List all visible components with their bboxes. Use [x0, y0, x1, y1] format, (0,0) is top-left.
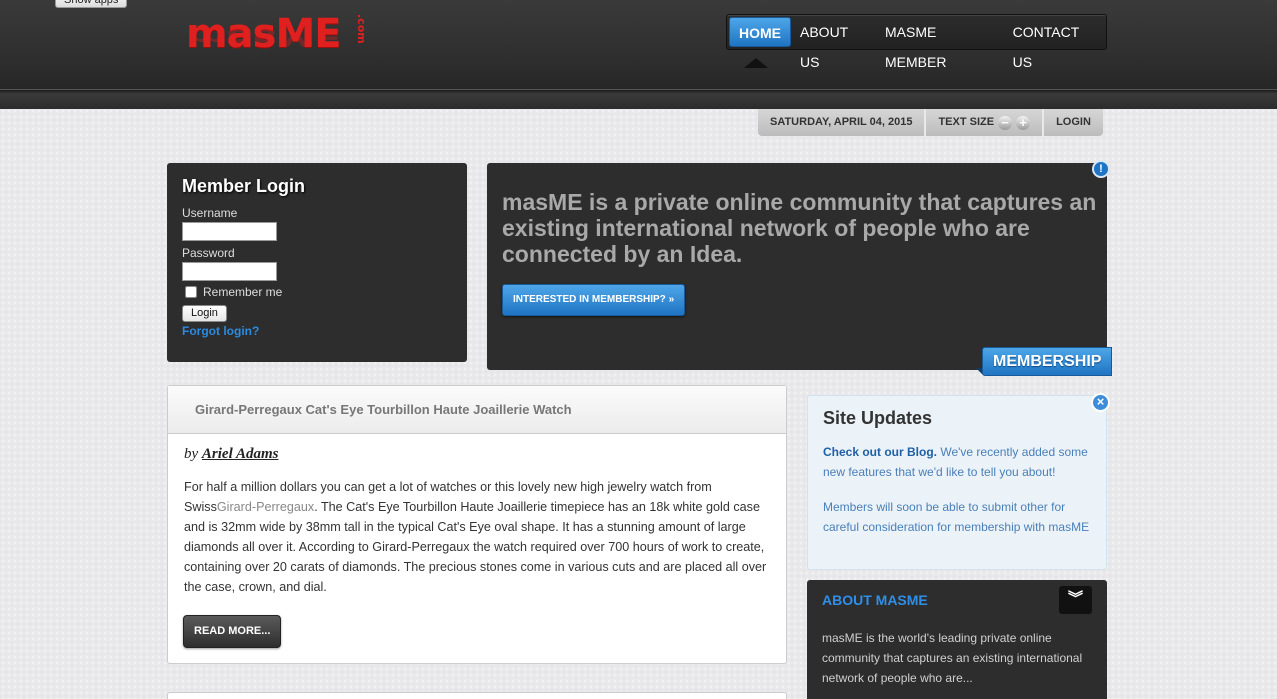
read-more-button[interactable]: READ MORE...	[183, 615, 282, 648]
main-nav: HOME ABOUT US MASME MEMBER CONTACT US	[726, 14, 1107, 70]
username-label: Username	[182, 206, 238, 220]
show-apps-button[interactable]: Show apps	[55, 0, 128, 8]
header-band	[0, 89, 1277, 109]
utility-toolbar: SATURDAY, APRIL 04, 2015 TEXT SIZE − + L…	[758, 109, 1103, 136]
remember-me-row: Remember me	[185, 285, 452, 299]
article-title[interactable]: Girard-Perregaux Cat's Eye Tourbillon Ha…	[168, 386, 786, 434]
nav-about-us[interactable]: ABOUT US	[791, 17, 876, 70]
close-icon[interactable]: ×	[1091, 393, 1110, 412]
logo-suffix: .com	[355, 14, 368, 44]
about-panel: ABOUT MASME masME is the world's leading…	[807, 580, 1107, 699]
login-button[interactable]: Login	[182, 305, 227, 322]
intro-panel: masME is a private online community that…	[487, 163, 1107, 370]
membership-ribbon[interactable]: MEMBERSHIP	[982, 347, 1113, 376]
text-increase-icon[interactable]: +	[1016, 115, 1031, 130]
article-excerpt: For half a million dollars you can get a…	[184, 477, 770, 597]
excerpt-rest: . The Cat's Eye Tourbillon Haute Joaille…	[184, 500, 767, 594]
nav-active-indicator	[744, 58, 768, 68]
forgot-login-link[interactable]: Forgot login?	[182, 324, 452, 338]
about-text: masME is the world's leading private onl…	[822, 631, 1083, 685]
blog-link[interactable]: Check out our Blog.	[823, 445, 937, 459]
logo-reflection: masME	[186, 22, 341, 51]
site-updates-panel: Site Updates Check out our Blog. We've r…	[807, 395, 1107, 570]
text-size-label: TEXT SIZE	[938, 116, 995, 128]
toolbar-login-link[interactable]: LOGIN	[1044, 109, 1103, 136]
about-title: ABOUT MASME	[822, 592, 928, 608]
byline-prefix: by	[184, 446, 199, 462]
text-decrease-icon[interactable]: −	[998, 115, 1013, 130]
member-login-panel: Member Login Username Password Remember …	[167, 163, 467, 362]
article-card: Girard-Perregaux Cat's Eye Tourbillon Ha…	[167, 385, 787, 664]
site-updates-title: Site Updates	[823, 408, 933, 428]
nav-home[interactable]: HOME	[729, 17, 791, 47]
info-icon[interactable]: !	[1092, 160, 1110, 178]
nav-contact-us[interactable]: CONTACT US	[1004, 17, 1106, 70]
login-title: Member Login	[182, 176, 306, 196]
nav-masme-member[interactable]: MASME MEMBER	[876, 17, 1004, 70]
username-field[interactable]	[182, 222, 277, 241]
next-article-card	[167, 692, 787, 699]
article-byline: by Ariel Adams	[184, 446, 770, 463]
site-logo[interactable]: masME masME .com	[186, 12, 386, 82]
membership-interest-button[interactable]: INTERESTED IN MEMBERSHIP? »	[502, 284, 686, 316]
updates-blog-note: Check out our Blog. We've recently added…	[823, 442, 1091, 482]
intro-text: masME is a private online community that…	[502, 189, 1097, 267]
brand-link[interactable]: Girard-Perregaux	[217, 500, 314, 514]
text-size-control: TEXT SIZE − +	[926, 109, 1045, 136]
remember-me-label: Remember me	[203, 285, 283, 299]
chevron-down-icon[interactable]: ︾	[1059, 586, 1092, 614]
remember-me-checkbox[interactable]	[185, 286, 197, 298]
author-link[interactable]: Ariel Adams	[202, 446, 279, 462]
current-date: SATURDAY, APRIL 04, 2015	[758, 109, 927, 136]
password-field[interactable]	[182, 262, 277, 281]
password-label: Password	[182, 246, 235, 260]
updates-membership-note: Members will soon be able to submit othe…	[823, 500, 1090, 534]
